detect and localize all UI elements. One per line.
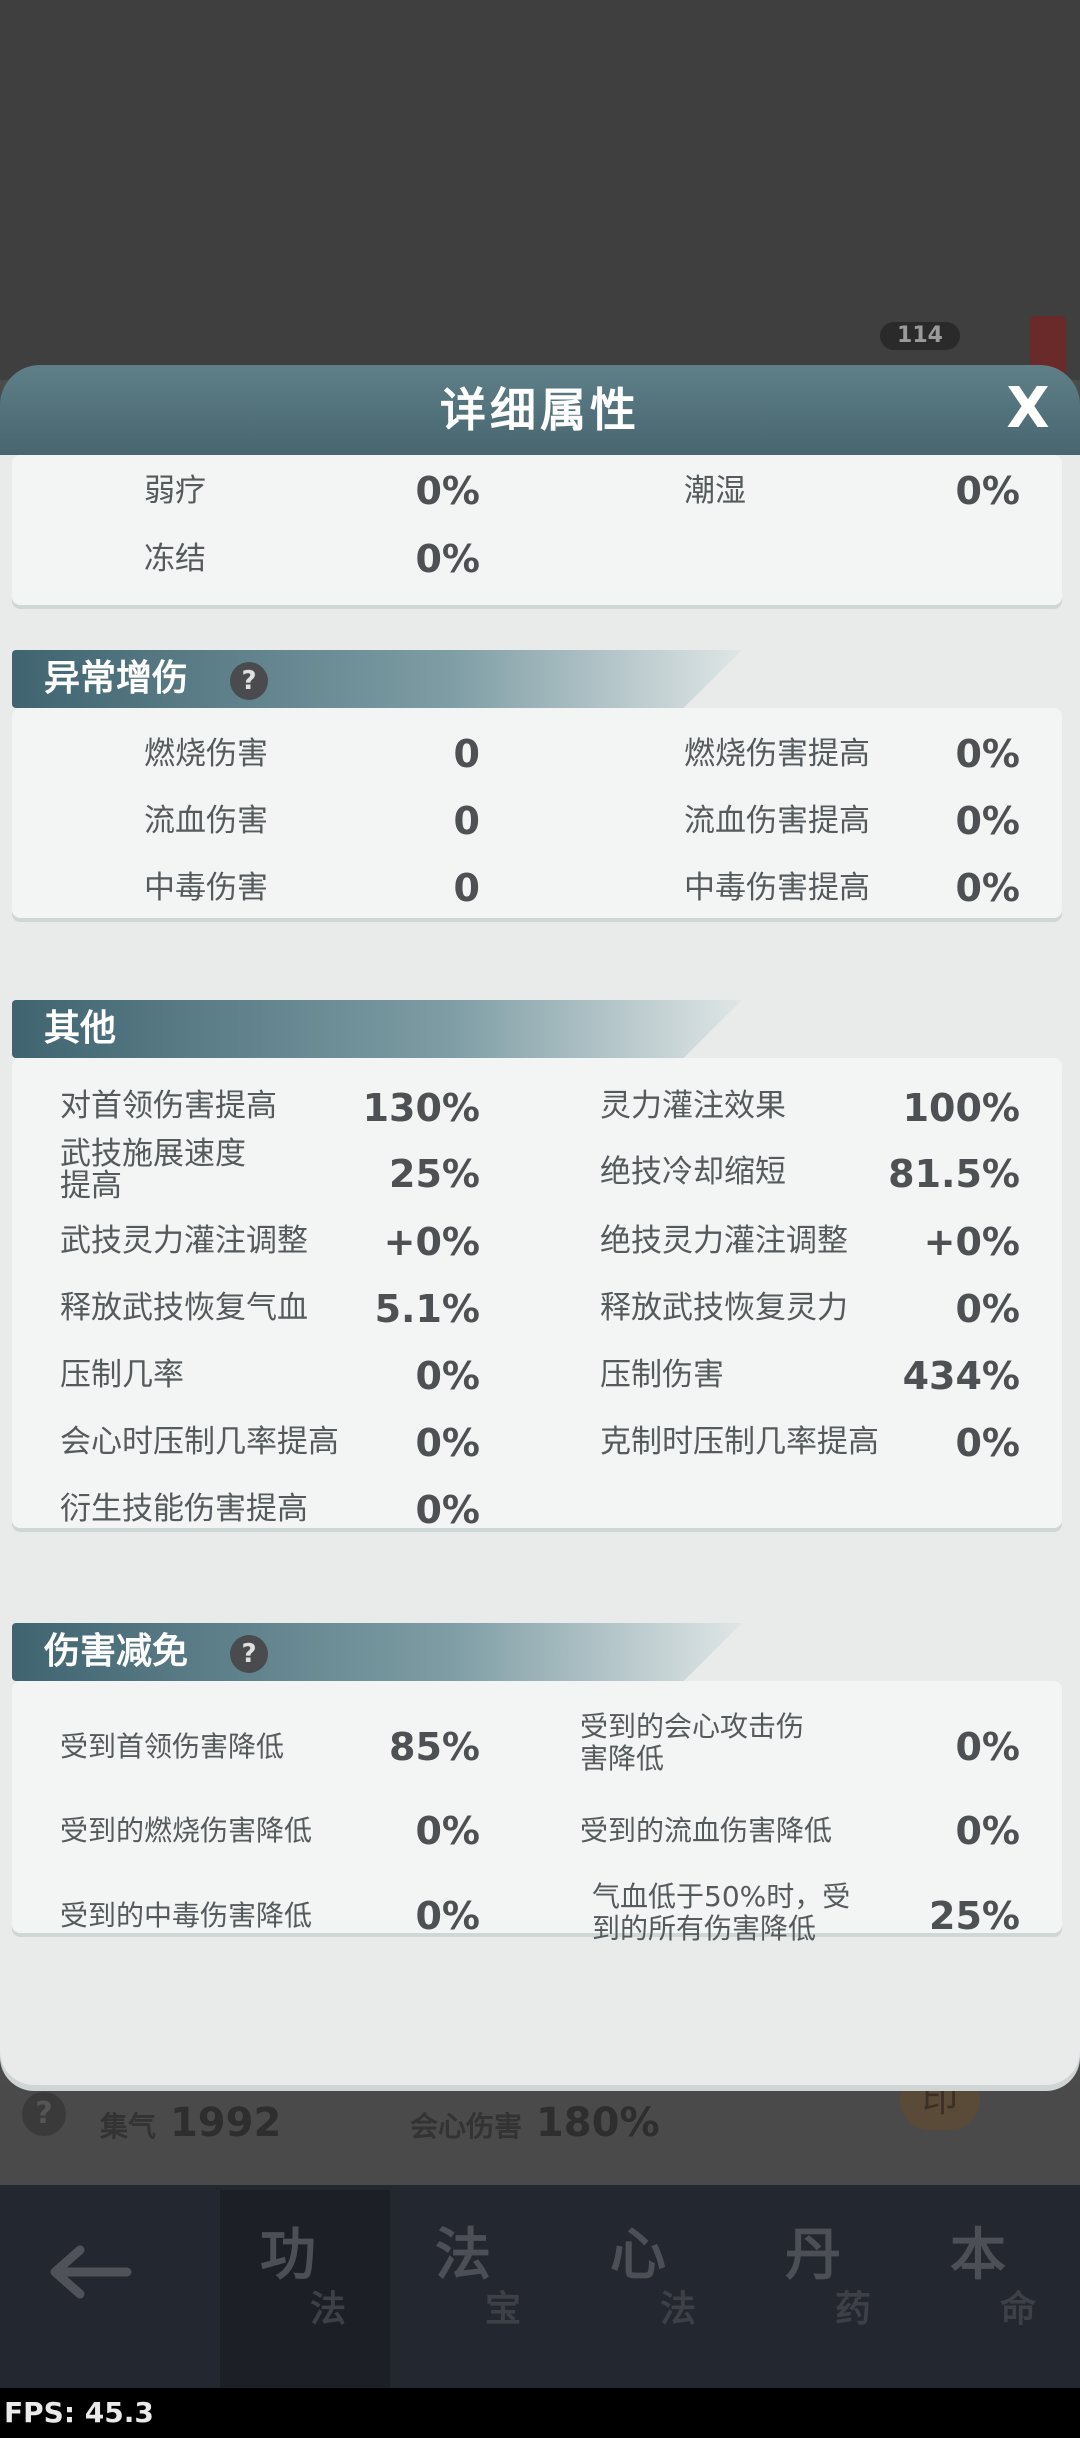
row-label: 受到的会心攻击伤 害降低 [580,1710,805,1775]
row-label: 压制伤害 [600,1357,724,1393]
row-label: 流血伤害提高 [684,803,870,839]
row-label: 武技灵力灌注调整 [60,1223,308,1259]
close-button[interactable]: X [996,377,1060,441]
row-label: 衍生技能伤害提高 [60,1491,308,1527]
tab-gongfa[interactable]: 功 法 [220,2190,390,2390]
row-label: 受到的燃烧伤害降低 [60,1814,313,1847]
status-card: 弱疗 0% 潮湿 0% 冻结 0% [12,455,1062,605]
row-label: 气血低于50%时，受 到的所有伤害降低 [592,1880,851,1945]
row-value: 0% [955,1725,1020,1769]
row-value: 0% [415,469,480,513]
row-value: 0% [955,799,1020,843]
row-value: 0 [453,799,480,843]
row-label: 流血伤害 [144,803,268,839]
row-label: 释放武技恢复气血 [60,1290,308,1326]
row-value: 0% [415,1488,480,1532]
row-value: 434% [902,1354,1020,1398]
row-label: 释放武技恢复灵力 [600,1290,848,1326]
detail-attributes-modal: 详细属性 X 弱疗 0% 潮湿 0% 冻结 0% 异常增伤 ? 燃烧伤害 0 燃… [0,365,1080,2085]
back-button[interactable] [40,2222,140,2322]
help-icon[interactable]: ? [230,1635,268,1673]
help-icon[interactable]: ? [230,662,268,700]
row-value: 5.1% [374,1287,480,1331]
row-value: 130% [362,1086,480,1130]
modal-body[interactable]: 弱疗 0% 潮湿 0% 冻结 0% 异常增伤 ? 燃烧伤害 0 燃烧伤害提高 0… [0,455,1080,2085]
level-badge: 114 [880,322,960,350]
modal-header: 详细属性 X [0,365,1080,455]
stat-jiqi: 集气 1992 [100,2100,282,2146]
tab-xinfa[interactable]: 心 法 [570,2190,740,2390]
row-value: 0% [955,866,1020,910]
tab-danyao[interactable]: 丹 药 [745,2190,915,2390]
row-label: 受到的中毒伤害降低 [60,1899,313,1932]
row-label: 中毒伤害 [144,870,268,906]
row-label: 中毒伤害提高 [684,870,870,906]
tab-benming[interactable]: 本 命 [910,2190,1080,2390]
row-value: 0% [415,1354,480,1398]
row-value: +0% [923,1220,1020,1264]
row-label: 灵力灌注效果 [600,1088,786,1124]
row-label: 受到首领伤害降低 [60,1730,285,1763]
row-value: +0% [383,1220,480,1264]
row-value: 85% [389,1725,480,1769]
section-header-reduction: 伤害减免 ? [12,1623,742,1681]
row-value: 0% [955,469,1020,513]
row-label: 对首领伤害提高 [60,1088,277,1124]
row-label: 克制时压制几率提高 [600,1424,879,1460]
section-header-abnormal: 异常增伤 ? [12,650,742,708]
row-value: 0% [955,1809,1020,1853]
row-label: 受到的流血伤害降低 [580,1814,833,1847]
help-icon: ? [22,2092,66,2136]
row-value: 0% [415,537,480,581]
row-label: 潮湿 [684,473,746,509]
row-value: 0% [415,1421,480,1465]
row-label: 燃烧伤害提高 [684,736,870,772]
row-value: 25% [929,1894,1020,1938]
row-value: 0% [415,1894,480,1938]
row-value: 0 [453,866,480,910]
fps-counter: FPS: 45.3 [0,2388,1080,2438]
stat-crit-damage: 会心伤害 180% [410,2100,660,2146]
section-header-other: 其他 [12,1000,742,1058]
row-value: 25% [389,1152,480,1196]
reduction-card: 受到首领伤害降低 85% 受到的会心攻击伤 害降低 0% 受到的燃烧伤害降低 0… [12,1681,1062,1945]
other-card: 对首领伤害提高 130% 灵力灌注效果 100% 武技施展速度 提高 25% 绝… [12,1058,1062,1532]
row-label: 冻结 [144,541,206,577]
arrow-left-icon [50,2245,132,2299]
row-value: 0% [955,732,1020,776]
modal-title: 详细属性 [440,383,640,437]
row-value: 100% [902,1086,1020,1130]
row-value: 0% [955,1421,1020,1465]
row-label: 燃烧伤害 [144,736,268,772]
row-label: 会心时压制几率提高 [60,1424,339,1460]
tab-fabao[interactable]: 法 宝 [395,2190,565,2390]
row-label: 武技施展速度 提高 [60,1136,246,1204]
row-value: 0% [955,1287,1020,1331]
row-label: 绝技灵力灌注调整 [600,1223,848,1259]
abnormal-card: 燃烧伤害 0 燃烧伤害提高 0% 流血伤害 0 流血伤害提高 0% 中毒伤害 0… [12,708,1062,918]
row-value: 0 [453,732,480,776]
row-label: 压制几率 [60,1357,184,1393]
row-value: 81.5% [888,1152,1020,1196]
row-label: 绝技冷却缩短 [600,1154,786,1190]
row-label: 弱疗 [144,473,206,509]
row-value: 0% [415,1809,480,1853]
